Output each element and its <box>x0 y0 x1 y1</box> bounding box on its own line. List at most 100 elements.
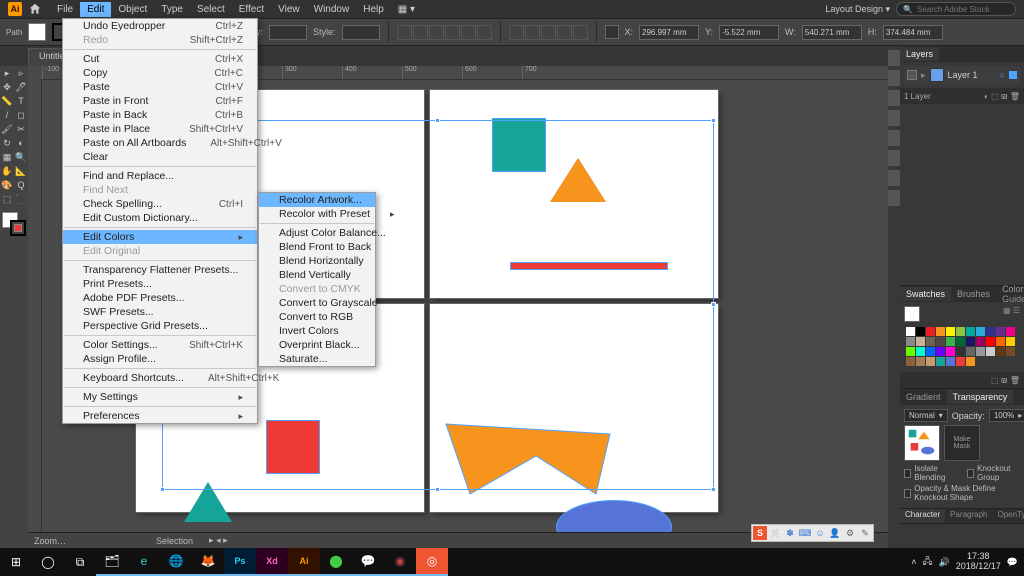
task-ps[interactable]: Ps <box>224 548 256 576</box>
swatch[interactable] <box>966 337 975 346</box>
swatch[interactable] <box>996 327 1005 336</box>
tool-12[interactable]: ▦ <box>0 150 14 164</box>
menu-effect[interactable]: Effect <box>232 2 271 17</box>
tray-net[interactable]: 🖧 <box>922 554 932 570</box>
y-field[interactable]: -5.522 mm <box>719 25 779 40</box>
shape-red-bar[interactable] <box>510 262 668 270</box>
menu-help[interactable]: Help <box>356 2 391 17</box>
menu-item[interactable]: Undo EyedropperCtrl+Z <box>63 19 257 33</box>
tray-clock[interactable]: 17:382018/12/17 <box>956 552 1001 572</box>
start-button[interactable]: ⊞ <box>0 548 32 576</box>
menu-item[interactable]: Keyboard Shortcuts...Alt+Shift+Ctrl+K <box>63 371 257 385</box>
swatch[interactable] <box>976 337 985 346</box>
swatch[interactable] <box>966 347 975 356</box>
para-tab[interactable]: Paragraph <box>945 509 992 523</box>
shape-orange-polygon[interactable] <box>440 420 616 498</box>
tool-8[interactable]: 🖌 <box>0 122 14 136</box>
opacity-value[interactable]: 100% ▸ <box>989 409 1024 422</box>
tool-16[interactable]: 🎨 <box>0 178 14 192</box>
style-field[interactable] <box>342 25 380 40</box>
ime-lang[interactable]: 英 <box>768 526 782 540</box>
char-tab[interactable]: Character <box>900 509 945 523</box>
dock-icon[interactable] <box>888 130 900 146</box>
pf-5[interactable] <box>573 25 588 40</box>
swatch[interactable] <box>926 337 935 346</box>
ime-logo[interactable]: S <box>753 526 767 540</box>
w-field[interactable]: 540.271 mm <box>802 25 862 40</box>
swatch[interactable] <box>956 337 965 346</box>
menu-item[interactable]: Convert to Grayscale <box>259 296 375 310</box>
tool-18[interactable]: ⬚ <box>0 192 14 206</box>
task-app1[interactable]: ⬤ <box>320 548 352 576</box>
pf-4[interactable] <box>557 25 572 40</box>
swatch[interactable] <box>906 347 915 356</box>
opacity-mask-define[interactable]: Opacity & Mask Define Knockout Shape <box>904 484 1020 502</box>
shape-orange-triangle[interactable] <box>550 158 606 202</box>
tool-0[interactable]: ▸ <box>0 66 14 80</box>
swatch[interactable] <box>986 337 995 346</box>
swatch[interactable] <box>916 327 925 336</box>
tool-13[interactable]: 🔍 <box>14 150 28 164</box>
menu-item[interactable]: Print Presets... <box>63 277 257 291</box>
swatches-tab[interactable]: Swatches <box>900 287 951 301</box>
swatch[interactable] <box>906 357 915 366</box>
swatch[interactable] <box>956 327 965 336</box>
menu-item[interactable]: Clear <box>63 150 257 164</box>
menu-type[interactable]: Type <box>154 2 190 17</box>
menu-view[interactable]: View <box>271 2 307 17</box>
transparency-tab[interactable]: Transparency <box>947 390 1014 404</box>
ime-ic5[interactable]: ⚙ <box>843 526 857 540</box>
menu-window[interactable]: Window <box>307 2 357 17</box>
task-chrome[interactable]: 🌐 <box>160 548 192 576</box>
swatch[interactable] <box>926 357 935 366</box>
shape-teal-triangle[interactable] <box>184 482 232 522</box>
fill-swatch[interactable] <box>28 23 46 41</box>
colorguide-tab[interactable]: Color Guide <box>996 282 1024 306</box>
menu-item[interactable]: CopyCtrl+C <box>63 66 257 80</box>
artboard-2[interactable] <box>430 90 718 298</box>
task-wechat[interactable]: 💬 <box>352 548 384 576</box>
swatch[interactable] <box>996 337 1005 346</box>
transform-ref[interactable] <box>605 25 619 39</box>
current-fill[interactable] <box>904 306 920 322</box>
swatch[interactable] <box>946 337 955 346</box>
swatch[interactable] <box>1006 347 1015 356</box>
swatch[interactable] <box>946 327 955 336</box>
menu-extra[interactable]: ▦ ▾ <box>391 2 422 17</box>
menu-object[interactable]: Object <box>111 2 154 17</box>
tool-6[interactable]: / <box>0 108 14 122</box>
swatch[interactable] <box>996 347 1005 356</box>
dock-icon[interactable] <box>888 50 900 66</box>
task-view[interactable]: ⧉ <box>64 548 96 576</box>
menu-item[interactable]: Adjust Color Balance... <box>259 226 375 240</box>
ime-ic2[interactable]: ⌨ <box>798 526 812 540</box>
align-b[interactable] <box>477 25 492 40</box>
swatch[interactable] <box>986 327 995 336</box>
menu-item[interactable]: Transparency Flattener Presets... <box>63 263 257 277</box>
tool-17[interactable]: Q <box>14 178 28 192</box>
task-app2[interactable]: ◉ <box>384 548 416 576</box>
menu-item[interactable]: Convert to RGB <box>259 310 375 324</box>
pf-1[interactable] <box>509 25 524 40</box>
align-r[interactable] <box>429 25 444 40</box>
h-field[interactable]: 374.484 mm <box>883 25 943 40</box>
swatch[interactable] <box>926 347 935 356</box>
menu-item[interactable]: Adobe PDF Presets... <box>63 291 257 305</box>
swatch[interactable] <box>936 347 945 356</box>
task-ai[interactable]: Ai <box>288 548 320 576</box>
dock-icon[interactable] <box>888 110 900 126</box>
menu-item[interactable]: Recolor with Preset <box>259 207 375 221</box>
ime-ic1[interactable]: ✽ <box>783 526 797 540</box>
swatch[interactable] <box>936 357 945 366</box>
swatch[interactable] <box>916 337 925 346</box>
artboard-4[interactable] <box>430 304 718 512</box>
menu-item[interactable]: Paste in BackCtrl+B <box>63 108 257 122</box>
layers-tab[interactable]: Layers <box>900 47 939 61</box>
x-field[interactable]: 296.997 mm <box>639 25 699 40</box>
swatch[interactable] <box>976 347 985 356</box>
swatch[interactable] <box>966 357 975 366</box>
dock-icon[interactable] <box>888 170 900 186</box>
zoom-level[interactable]: Zoom… <box>34 536 66 546</box>
menu-select[interactable]: Select <box>190 2 232 17</box>
swatch[interactable] <box>906 327 915 336</box>
